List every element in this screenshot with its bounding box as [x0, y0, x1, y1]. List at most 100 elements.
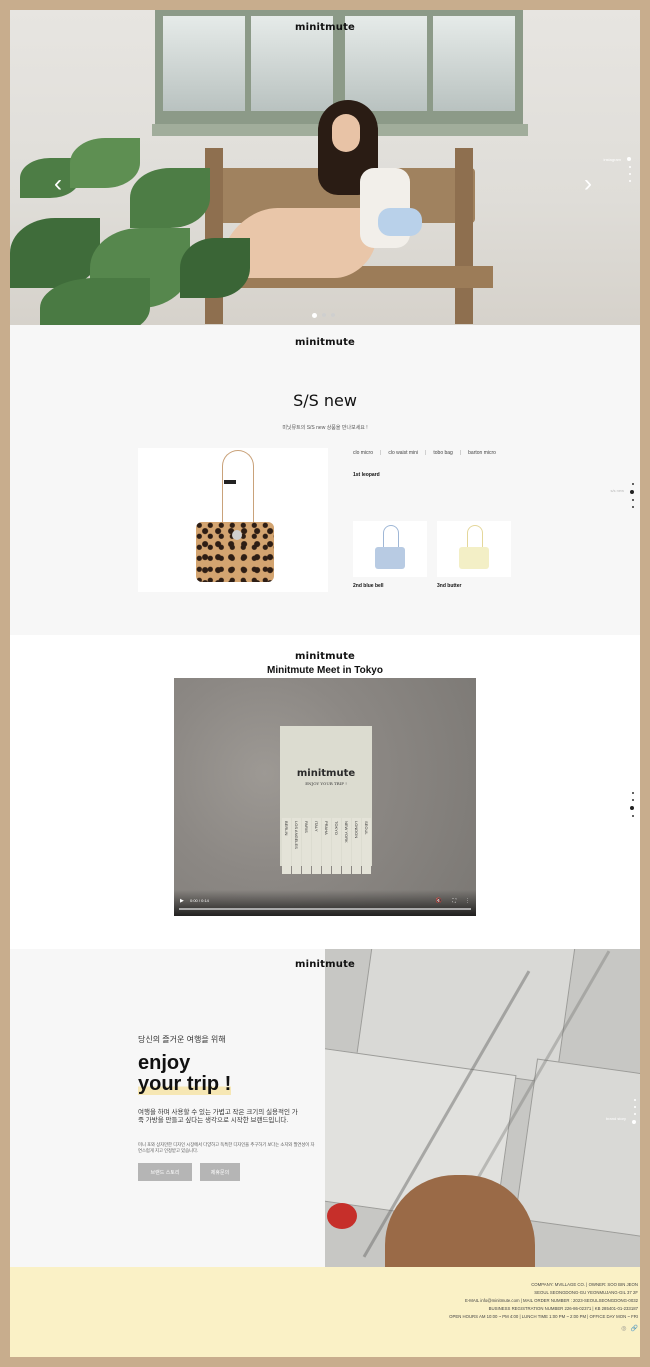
section-nav-dot[interactable] — [632, 483, 634, 485]
section-nav-dot[interactable] — [634, 1113, 636, 1115]
section-nav-dot[interactable] — [629, 173, 631, 175]
footer-line: BUSINESS REGISTRATION NUMBER 226-86-0237… — [488, 1306, 638, 1311]
story-kicker: 당신의 즐거운 여행을 위해 — [138, 1035, 226, 1044]
more-icon[interactable]: ⋮ — [465, 898, 470, 904]
video-time: 0:00 / 0:14 — [190, 898, 209, 903]
video-controls: ▶ 0:00 / 0:14 🔇 ⛶ ⋮ — [174, 890, 476, 916]
poster-tagline: ENJOY YOUR TRIP ! — [305, 781, 347, 786]
story-headline-line2: your trip ! — [138, 1073, 232, 1095]
footer-line: COMPANY: MVILLAGE CO. | OWNER: SOO BIN J… — [531, 1282, 638, 1287]
next-arrow-icon[interactable]: › — [584, 170, 592, 198]
prev-arrow-icon[interactable]: ‹ — [54, 170, 62, 198]
poster-logo: minitmute — [296, 768, 356, 779]
tab-tobo-bag[interactable]: tobo bag — [433, 450, 452, 456]
model-bag — [378, 208, 422, 236]
instagram-icon[interactable]: ◎ — [621, 1325, 626, 1332]
brand-story-photo — [325, 949, 640, 1267]
story-paragraph: 여행을 하며 사용할 수 있는 가볍고 작은 크기의 실용적인 가죽 가방을 만… — [138, 1109, 298, 1124]
video-section: minitmute Minitmute Meet in Tokyo minitm… — [10, 635, 640, 949]
poster-tab: BERLIN — [282, 818, 291, 874]
tab-barton-micro[interactable]: barton micro — [468, 450, 496, 456]
poster-tab: LOS ANGELES — [292, 818, 301, 874]
section-nav-dot[interactable] — [627, 157, 631, 161]
tab-clo-micro[interactable]: clo micro — [353, 450, 373, 456]
product-thumb-name[interactable]: 2nd blue bell — [353, 583, 384, 589]
section-logo[interactable]: minitmute — [10, 651, 640, 662]
thumb-pouch — [459, 547, 489, 569]
partnership-button[interactable]: 제휴문의 — [200, 1163, 240, 1181]
section-nav-label: brand story — [605, 1116, 626, 1121]
section-logo[interactable]: minitmute — [10, 959, 640, 970]
footer-line: SEOUL SEONGDONG-GU YEONMUJANG-GIL 37 2F — [534, 1290, 638, 1295]
section-nav-label: s/s new — [610, 488, 624, 493]
tab-divider: | — [425, 450, 427, 456]
slide-dot[interactable] — [331, 313, 335, 317]
link-icon[interactable]: 🔗 — [631, 1325, 638, 1332]
company-info: COMPANY: MVILLAGE CO. | OWNER: SOO BIN J… — [449, 1281, 638, 1321]
pouch-logo — [232, 530, 242, 540]
product-thumb-blue[interactable] — [353, 521, 427, 577]
product-thumb-name[interactable]: 3nd butter — [437, 583, 461, 589]
section-nav-dot[interactable] — [629, 166, 631, 168]
video-title: Minitmute Meet in Tokyo — [267, 665, 383, 676]
footer-line: OPEN HOURS AM 10:00 ~ PM 4:00 | LUNCH TI… — [449, 1314, 638, 1319]
photo-tomato — [327, 1203, 357, 1229]
section-nav-dot[interactable] — [630, 806, 634, 810]
section-nav-dot[interactable] — [634, 1106, 636, 1108]
tab-divider: | — [380, 450, 382, 456]
tab-clo-waist-mini[interactable]: clo waist mini — [388, 450, 418, 456]
brand-story-section: minitmute 당신의 즐거운 여행을 위해 enjoy your trip… — [10, 949, 640, 1267]
play-icon[interactable]: ▶ — [180, 898, 184, 904]
section-nav-dot[interactable] — [632, 499, 634, 501]
footer-line: E-MAIL info@minitmute.com | MAIL ORDER N… — [464, 1298, 638, 1303]
poster-tab: PRAHA — [322, 818, 331, 874]
story-headline: enjoy your trip ! — [138, 1052, 232, 1095]
main-product-name[interactable]: 1st leopard — [353, 472, 380, 478]
product-thumb-butter[interactable] — [437, 521, 511, 577]
tab-divider: | — [459, 450, 462, 456]
slide-pagination — [312, 313, 335, 318]
section-nav-dot[interactable] — [632, 1120, 636, 1124]
section-nav-dot[interactable] — [632, 799, 634, 801]
brand-story-button[interactable]: 브랜드 스토리 — [138, 1163, 192, 1181]
poster-tab: SEOUL — [362, 818, 371, 874]
hero-plant — [10, 128, 250, 325]
video-player[interactable]: minitmute ENJOY YOUR TRIP ! BERLIN LOS A… — [174, 678, 476, 916]
section-nav-label: instagram — [603, 157, 621, 162]
section-nav-dot[interactable] — [632, 815, 634, 817]
section-nav: instagram — [603, 157, 631, 182]
poster-tab: NEW YORK — [342, 818, 351, 874]
product-tabs: clo micro | clo waist mini | tobo bag | … — [353, 450, 496, 456]
page-frame: minitmute ‹ › instagram minitmute S/S ne… — [10, 10, 640, 1357]
section-nav-dot[interactable] — [632, 506, 634, 508]
section-nav-dot[interactable] — [629, 180, 631, 182]
slide-dot[interactable] — [322, 313, 326, 317]
slide-dot[interactable] — [312, 313, 317, 318]
section-logo[interactable]: minitmute — [10, 337, 640, 348]
poster-tab: TOKYO — [332, 818, 341, 874]
main-product-image[interactable] — [138, 448, 328, 592]
hero-slider[interactable]: minitmute ‹ › instagram — [10, 10, 640, 325]
video-poster: minitmute ENJOY YOUR TRIP ! BERLIN LOS A… — [280, 726, 372, 874]
section-nav-dot[interactable] — [634, 1099, 636, 1101]
bag-clip — [224, 480, 236, 484]
thumb-pouch — [375, 547, 405, 569]
section-nav — [630, 792, 634, 817]
video-progress-bar[interactable] — [179, 908, 471, 910]
section-title: S/S new — [293, 391, 357, 410]
bag-strap — [222, 450, 254, 529]
section-nav-dot[interactable] — [630, 490, 634, 494]
story-headline-line1: enjoy — [138, 1052, 191, 1074]
hero-logo[interactable]: minitmute — [10, 22, 640, 33]
footer: COMPANY: MVILLAGE CO. | OWNER: SOO BIN J… — [10, 1267, 640, 1357]
poster-tab: ITALY — [312, 818, 321, 874]
section-nav: s/s new — [610, 483, 634, 508]
poster-tab: LONDON — [352, 818, 361, 874]
story-paragraph-small: 미니 포와 상자만한 디자인 시장에서 다양하고 독특한 디자인을 추구하기 보… — [138, 1142, 315, 1153]
section-nav-dot[interactable] — [632, 792, 634, 794]
mute-icon[interactable]: 🔇 — [436, 898, 442, 904]
fullscreen-icon[interactable]: ⛶ — [452, 898, 456, 904]
footer-social: ◎ 🔗 — [621, 1325, 638, 1332]
ss-new-section: minitmute S/S new 미닛뮤트의 S/S new 상품을 만나보세… — [10, 325, 640, 635]
poster-tab: PARIS — [302, 818, 311, 874]
